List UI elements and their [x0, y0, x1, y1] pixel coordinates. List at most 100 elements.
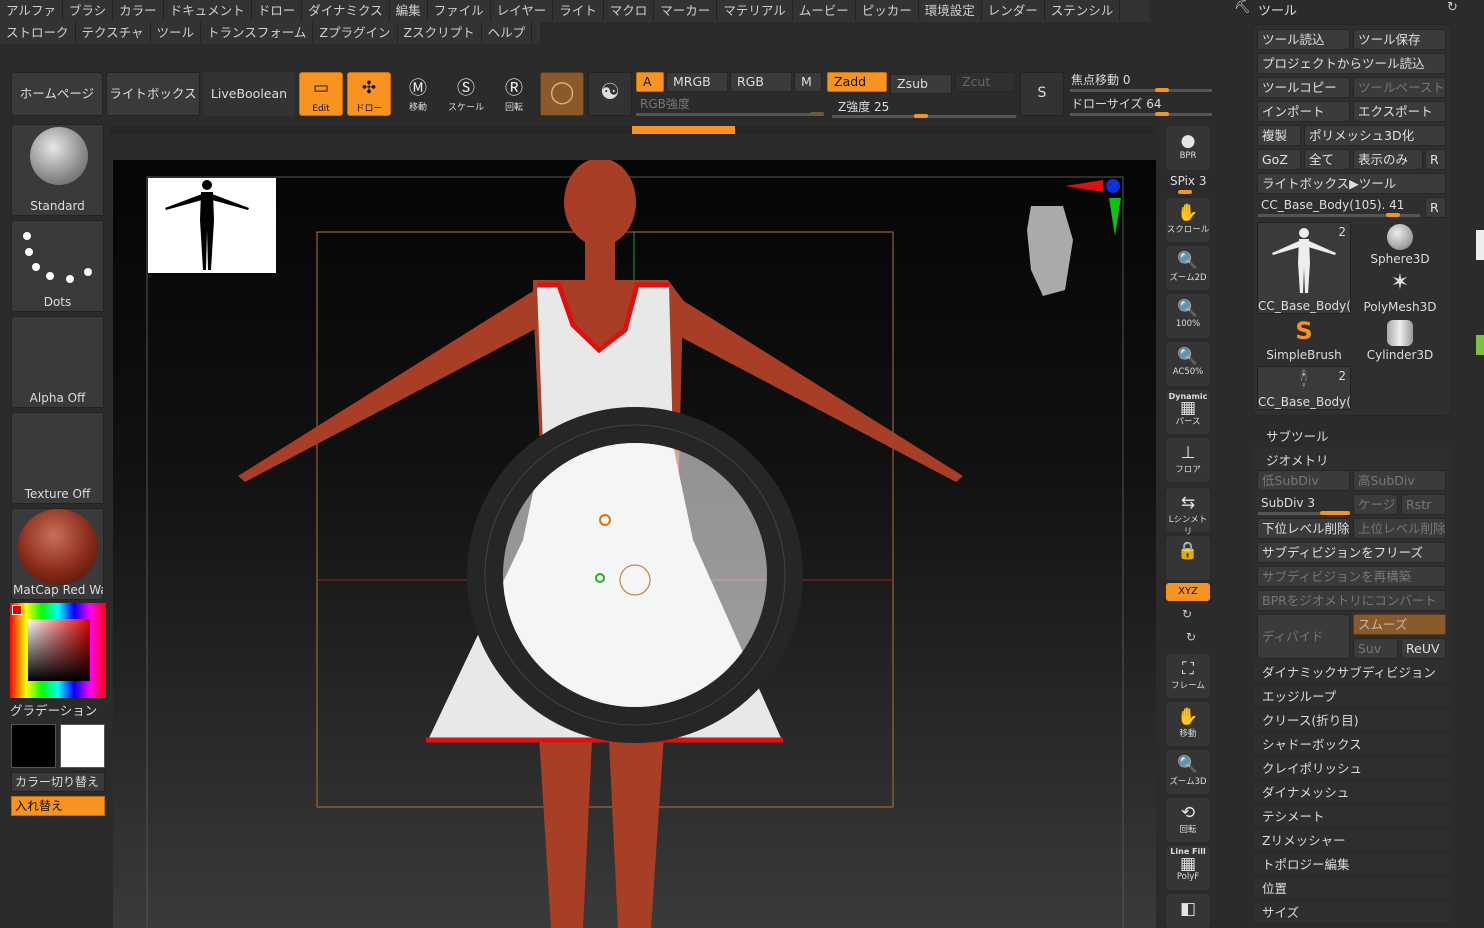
rotate-view-button[interactable]: ⟲ 回転 — [1166, 798, 1210, 842]
delete-higher-button[interactable]: 上位レベル削除 — [1353, 518, 1446, 539]
zsub-toggle[interactable]: Zsub — [890, 74, 952, 94]
geometry-subsection-row[interactable]: ダイナメッシュ — [1254, 782, 1451, 804]
geometry-subsection-row[interactable]: シャドーボックス — [1254, 734, 1451, 756]
tool-thumb-5[interactable]: 🕴 2 CC_Base_Body(105) — [1257, 366, 1351, 410]
move-view-button[interactable]: ✋ 移動 — [1166, 702, 1210, 746]
menu-item[interactable]: ピッカー — [856, 0, 919, 21]
menu-item[interactable]: Zスクリプト — [398, 22, 482, 43]
floor-button[interactable]: ⊥ フロア — [1166, 438, 1210, 482]
menu-item[interactable]: ステンシル — [1045, 0, 1121, 21]
load-tool-button[interactable]: ツール読込 — [1257, 29, 1350, 50]
texture-picker[interactable]: Texture Off — [11, 412, 104, 504]
geometry-subsection-row[interactable]: トポロジー編集 — [1254, 854, 1451, 876]
goz-all-button[interactable]: 全て — [1304, 149, 1350, 170]
homepage-button[interactable]: ホームページ — [11, 72, 103, 116]
draw-size-slider[interactable]: ドローサイズ 64 — [1071, 95, 1162, 112]
switch-color-button[interactable]: カラー切り替え — [11, 772, 105, 792]
divide-button[interactable]: ディバイド — [1257, 614, 1350, 659]
actual-size-button[interactable]: 🔍 100% — [1166, 294, 1210, 338]
menu-item[interactable]: マーカー — [654, 0, 718, 21]
scroll-button[interactable]: ✋ スクロール — [1166, 198, 1210, 242]
copy-tool-button[interactable]: ツールコピー — [1257, 77, 1350, 98]
lightbox-tools-button[interactable]: ライトボックス▶ツール — [1257, 173, 1446, 194]
menu-item[interactable]: マクロ — [604, 0, 655, 21]
subdiv-slider[interactable]: SubDiv 3 — [1261, 496, 1315, 510]
subdiv-knob[interactable] — [1320, 511, 1350, 515]
focal-shift-slider[interactable]: 焦点移動 0 — [1071, 71, 1130, 88]
cage-button[interactable]: ケージ — [1353, 494, 1398, 515]
a-toggle[interactable]: A — [636, 72, 664, 92]
zcut-toggle[interactable]: Zcut — [955, 72, 1015, 92]
geometry-subsection-row[interactable]: クリース(折り目) — [1254, 710, 1451, 732]
rgb-toggle[interactable]: RGB — [730, 72, 792, 92]
lightbox-button[interactable]: ライトボックス — [106, 72, 200, 116]
menu-item[interactable]: レイヤー — [491, 0, 554, 21]
mrgb-toggle[interactable]: MRGB — [666, 72, 728, 92]
brush-picker[interactable]: Standard — [11, 124, 104, 216]
goz-button[interactable]: GoZ — [1257, 149, 1301, 170]
polyframe-button[interactable]: Line Fill ▦ PolyF — [1166, 846, 1210, 890]
higher-subdiv-button[interactable]: 高SubDiv — [1353, 470, 1446, 491]
zoom2d-button[interactable]: 🔍 ズーム2D — [1166, 246, 1210, 290]
menu-item[interactable]: ブラシ — [63, 0, 114, 21]
bpr-convert-button[interactable]: BPRをジオメトリにコンバート — [1257, 590, 1446, 611]
rgb-intensity-track[interactable] — [636, 113, 824, 116]
menu-item[interactable]: 編集 — [390, 0, 428, 21]
menu-item[interactable]: ヘルプ — [482, 22, 533, 43]
geometry-subsection-row[interactable]: ダイナミックサブディビジョン — [1254, 662, 1451, 684]
menu-item[interactable]: ドキュメント — [164, 0, 252, 21]
z-intensity-slider[interactable]: Z強度 25 — [838, 98, 889, 115]
material-picker[interactable]: MatCap Red Wax — [11, 508, 104, 600]
geometry-subsection-row[interactable]: サイズ — [1254, 902, 1451, 924]
geometry-subsection-row[interactable]: テシメート — [1254, 806, 1451, 828]
z-intensity-knob[interactable] — [914, 114, 928, 118]
menu-item[interactable]: マテリアル — [717, 0, 793, 21]
rstr-button[interactable]: Rstr — [1401, 494, 1446, 515]
xyz-toggle[interactable]: XYZ — [1166, 583, 1210, 601]
frame-button[interactable]: ⛶ フレーム — [1166, 654, 1210, 698]
move-mode-button[interactable]: Ⓜ 移動 — [396, 72, 440, 116]
liveboolean-button[interactable]: LiveBoolean — [203, 72, 295, 116]
clone-button[interactable]: 複製 — [1257, 125, 1301, 146]
geometry-subsection-row[interactable]: エッジループ — [1254, 686, 1451, 708]
menu-item[interactable]: カラー — [113, 0, 164, 21]
edit-mode-button[interactable]: ▭ Edit — [299, 72, 343, 116]
transparency-button[interactable]: ◧ — [1166, 894, 1210, 928]
menu-item[interactable]: ダイナミクス — [302, 0, 390, 21]
secondary-color-swatch[interactable] — [60, 724, 105, 768]
spix-knob[interactable] — [1178, 190, 1192, 194]
swap-color-button[interactable]: 入れ替え — [11, 796, 105, 816]
menu-item[interactable]: 環境設定 — [919, 0, 982, 21]
bpr-button[interactable]: ● BPR — [1166, 126, 1210, 170]
reconstruct-subdiv-button[interactable]: サブディビジョンを再構築 — [1257, 566, 1446, 587]
geometry-subsection-row[interactable]: クレイポリッシュ — [1254, 758, 1451, 780]
y-rotate-icon[interactable]: ↻ — [1182, 607, 1192, 621]
alpha-picker[interactable]: Alpha Off — [11, 316, 104, 408]
menu-item[interactable]: ストローク — [0, 22, 76, 43]
rgb-intensity-knob[interactable] — [810, 112, 824, 116]
tool-thumb-4[interactable]: Cylinder3D — [1353, 318, 1447, 362]
save-tool-button[interactable]: ツール保存 — [1353, 29, 1446, 50]
export-button[interactable]: エクスポート — [1353, 101, 1446, 122]
scale-mode-button[interactable]: Ⓢ スケール — [444, 72, 488, 116]
subtool-header[interactable]: サブツール — [1266, 426, 1329, 445]
goz-r-button[interactable]: R — [1425, 149, 1446, 170]
delete-lower-button[interactable]: 下位レベル削除 — [1257, 518, 1350, 539]
menu-item[interactable]: Zプラグイン — [313, 22, 398, 43]
draw-size-track[interactable] — [1070, 113, 1212, 116]
lazy-mouse-button[interactable]: S — [1020, 72, 1064, 116]
smooth-toggle[interactable]: スムーズ — [1353, 614, 1446, 635]
perspective-button[interactable]: Dynamic ▦ パース — [1166, 390, 1210, 434]
current-tool-slider[interactable]: CC_Base_Body(105). 41 — [1261, 198, 1404, 212]
gizmo-button[interactable]: ☯ — [588, 72, 632, 116]
suv-toggle[interactable]: Suv — [1353, 638, 1398, 659]
lower-subdiv-button[interactable]: 低SubDiv — [1257, 470, 1350, 491]
refresh-icon[interactable]: ↻ — [1447, 0, 1458, 15]
make-polymesh-button[interactable]: ポリメッシュ3D化 — [1304, 125, 1446, 146]
current-tool-knob[interactable] — [1386, 213, 1400, 217]
zadd-toggle[interactable]: Zadd — [827, 72, 887, 92]
main-color-swatch[interactable] — [11, 724, 56, 768]
local-symmetry-button[interactable]: ⇆ Lシンメトリ — [1166, 488, 1210, 537]
tool-thumb-0[interactable]: 2 CC_Base_Body(105) — [1257, 222, 1351, 314]
color-square[interactable] — [28, 619, 90, 681]
